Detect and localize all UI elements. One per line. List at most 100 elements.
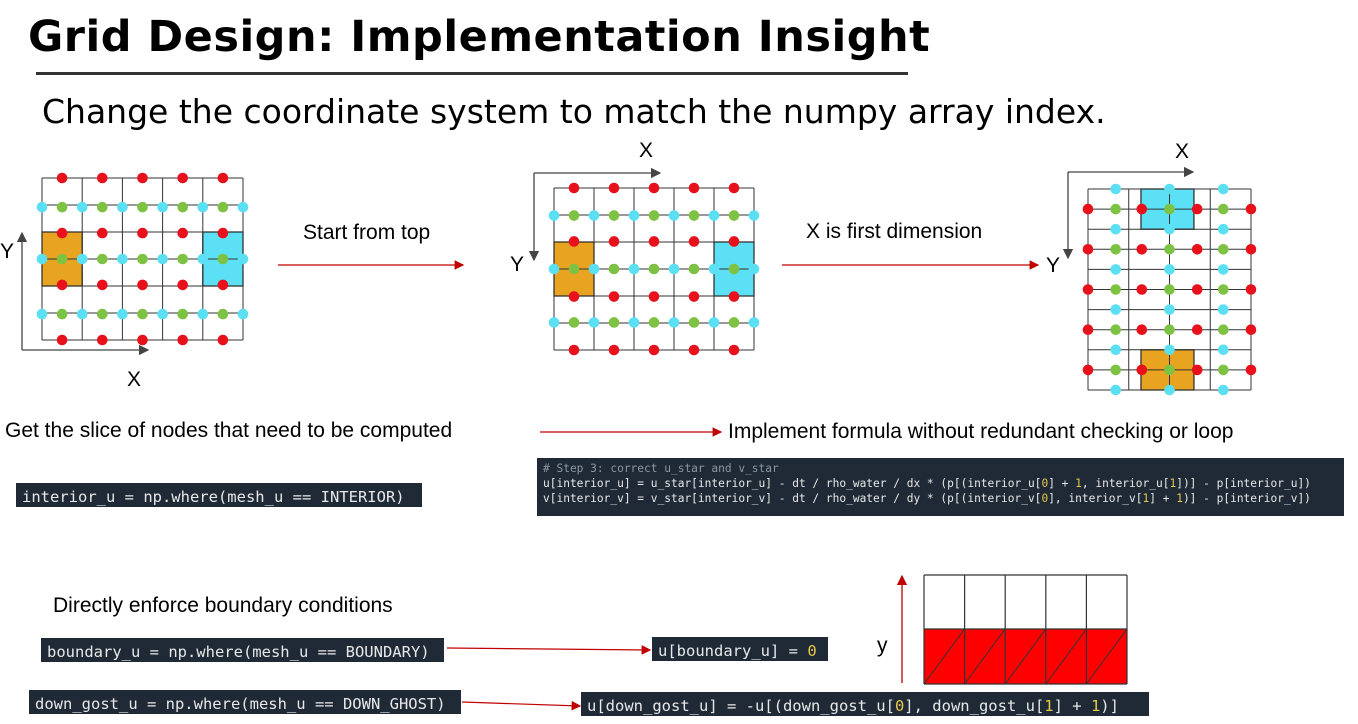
cyan-node xyxy=(748,317,760,328)
arrow1-label: Start from top xyxy=(303,221,431,244)
red-node xyxy=(1245,284,1257,295)
grid-right xyxy=(1082,183,1257,396)
green-node xyxy=(568,263,580,275)
cyan-node xyxy=(1164,183,1175,195)
green-node xyxy=(728,263,740,275)
green-node xyxy=(177,308,188,320)
red-node xyxy=(648,182,660,194)
red-node xyxy=(1245,324,1257,336)
red-node xyxy=(1082,324,1094,336)
red-node xyxy=(177,227,188,239)
red-node xyxy=(137,227,148,239)
cyan-node xyxy=(237,253,249,265)
cyan-node xyxy=(1217,183,1229,195)
slice-label: Get the slice of nodes that need to be c… xyxy=(5,419,453,442)
red-node xyxy=(97,279,108,291)
red-node xyxy=(217,172,229,184)
red-node xyxy=(568,291,580,302)
green-node xyxy=(608,210,620,221)
cyan-node xyxy=(548,317,560,328)
cyan-node xyxy=(548,263,560,275)
green-node xyxy=(137,201,148,213)
cyan-node xyxy=(1164,264,1175,275)
cyan-node xyxy=(1217,264,1229,275)
green-node xyxy=(217,201,229,213)
cyan-node xyxy=(1217,304,1229,315)
right-x-axis-label: X xyxy=(1175,140,1190,163)
left-y-axis-label: Y xyxy=(0,240,15,263)
green-node xyxy=(1164,364,1175,376)
green-node xyxy=(1217,244,1229,255)
red-node xyxy=(1082,364,1094,376)
cyan-node xyxy=(76,253,88,265)
red-node xyxy=(728,182,740,194)
green-node xyxy=(1110,364,1122,376)
cyan-node xyxy=(1164,344,1175,356)
cyan-node xyxy=(157,308,168,320)
red-node xyxy=(728,344,740,356)
red-node xyxy=(177,172,188,184)
cyan-node xyxy=(1164,304,1175,315)
ghost-cells-diagram xyxy=(923,574,1128,685)
red-node xyxy=(568,182,580,194)
cyan-node xyxy=(36,253,48,265)
cyan-node xyxy=(1217,223,1229,235)
cyan-node xyxy=(1110,384,1122,396)
red-node xyxy=(177,334,188,346)
cyan-node xyxy=(36,201,48,213)
red-node xyxy=(97,172,108,184)
cyan-node xyxy=(748,210,760,221)
cyan-node xyxy=(1110,344,1122,356)
middle-x-axis-label: X xyxy=(639,139,654,162)
interior-code: interior_u = np.where(mesh_u == INTERIOR… xyxy=(16,483,422,507)
cyan-node xyxy=(588,210,600,221)
green-node xyxy=(1217,364,1229,376)
cyan-node xyxy=(76,308,88,320)
cyan-node xyxy=(588,263,600,275)
cyan-node xyxy=(668,263,680,275)
cyan-node xyxy=(548,210,560,221)
cyan-node xyxy=(157,253,168,265)
cyan-node xyxy=(628,317,640,328)
cyan-node xyxy=(117,201,128,213)
cyan-node xyxy=(588,317,600,328)
red-node xyxy=(137,279,148,291)
green-node xyxy=(1217,284,1229,295)
red-node xyxy=(608,344,620,356)
green-node xyxy=(1164,203,1175,215)
red-node xyxy=(568,236,580,247)
green-node xyxy=(217,308,229,320)
green-node xyxy=(137,308,148,320)
red-node xyxy=(217,334,229,346)
velocity-correction-code: # Step 3: correct u_star and v_star u[int… xyxy=(537,458,1344,516)
green-node xyxy=(56,308,68,320)
cyan-node xyxy=(1110,223,1122,235)
formula-label: Implement formula without redundant chec… xyxy=(728,420,1234,443)
cyan-node xyxy=(708,317,720,328)
green-node xyxy=(137,253,148,265)
green-node xyxy=(97,253,108,265)
red-node xyxy=(1191,324,1203,336)
red-node xyxy=(1245,364,1257,376)
cyan-node xyxy=(1217,384,1229,396)
red-node xyxy=(56,227,68,239)
middle-y-axis-label: Y xyxy=(510,253,525,276)
cyan-node xyxy=(117,253,128,265)
cyan-node xyxy=(668,317,680,328)
cyan-node xyxy=(237,308,249,320)
green-node xyxy=(728,317,740,328)
red-node xyxy=(1136,324,1148,336)
down-ghost-code: down_gost_u = np.where(mesh_u == DOWN_GH… xyxy=(29,690,461,714)
green-node xyxy=(1164,324,1175,336)
grid-left xyxy=(36,172,249,346)
arrow2-label: X is first dimension xyxy=(806,220,983,243)
red-node xyxy=(648,236,660,247)
cyan-node xyxy=(1164,384,1175,396)
cyan-node xyxy=(36,308,48,320)
green-node xyxy=(1164,284,1175,295)
cyan-node xyxy=(197,201,209,213)
red-node xyxy=(1245,203,1257,215)
green-node xyxy=(608,317,620,328)
cyan-node xyxy=(1110,304,1122,315)
left-x-axis-label: X xyxy=(127,368,142,391)
